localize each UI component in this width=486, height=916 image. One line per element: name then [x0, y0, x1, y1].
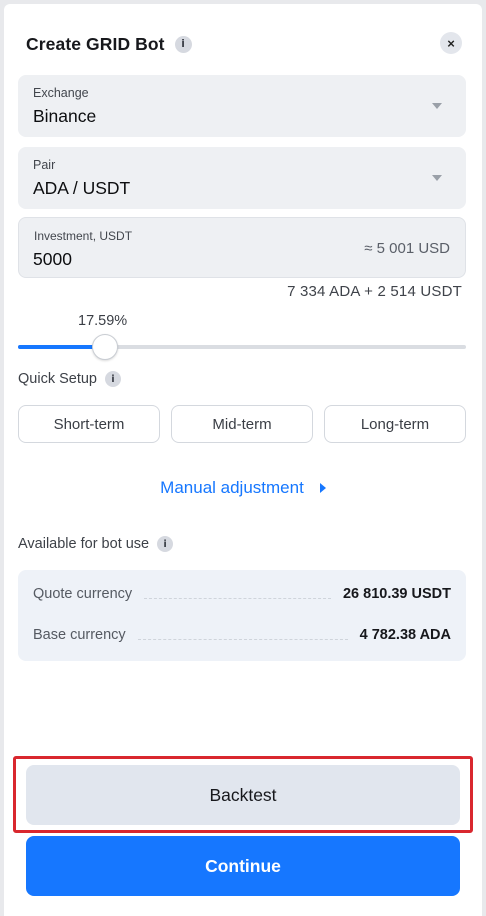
investment-input[interactable]: [33, 247, 283, 271]
investment-slider[interactable]: 17.59%: [18, 312, 466, 362]
info-icon[interactable]: i: [174, 35, 192, 53]
exchange-select[interactable]: Exchange Binance: [18, 75, 466, 137]
available-balances: Quote currency 26 810.39 USDT Base curre…: [18, 570, 466, 661]
quote-currency-value: 26 810.39 USDT: [342, 586, 451, 602]
chevron-down-icon: [432, 103, 442, 109]
manual-adjustment-label: Manual adjustment: [160, 478, 304, 497]
close-icon: ×: [447, 35, 455, 51]
info-icon[interactable]: i: [105, 371, 121, 387]
info-icon[interactable]: i: [157, 536, 174, 552]
quick-setup-label: Quick Setup: [18, 371, 97, 387]
investment-label: Investment, USDT: [34, 229, 133, 243]
mid-term-button[interactable]: Mid-term: [171, 405, 313, 443]
panel-header: Create GRID Bot i ×: [26, 32, 462, 56]
pair-select[interactable]: Pair ADA / USDT: [18, 147, 466, 209]
quote-currency-label: Quote currency: [33, 586, 133, 602]
exchange-label: Exchange: [33, 86, 89, 100]
page-title: Create GRID Bot: [26, 33, 165, 54]
dotted-leader: [137, 638, 348, 640]
available-heading: Available for bot use i: [18, 536, 174, 552]
quick-setup-options: Short-term Mid-term Long-term: [18, 405, 466, 443]
quick-setup-heading: Quick Setup i: [18, 371, 121, 387]
chevron-down-icon: [432, 175, 442, 181]
slider-percent-label: 17.59%: [78, 313, 128, 329]
short-term-button[interactable]: Short-term: [18, 405, 160, 443]
create-bot-panel: Create GRID Bot i × Exchange Binance Pai…: [4, 4, 482, 916]
close-button[interactable]: ×: [440, 32, 462, 54]
pair-value: ADA / USDT: [33, 178, 131, 198]
backtest-button[interactable]: Backtest: [26, 765, 460, 825]
quote-currency-row: Quote currency 26 810.39 USDT: [33, 583, 451, 605]
pair-label: Pair: [33, 158, 56, 172]
slider-handle[interactable]: [92, 334, 119, 360]
investment-field[interactable]: Investment, USDT ≈ 5 001 USD: [18, 217, 466, 278]
play-triangle-icon: [319, 483, 326, 493]
continue-button[interactable]: Continue: [26, 836, 460, 896]
exchange-value: Binance: [33, 106, 97, 126]
dotted-leader: [144, 597, 331, 599]
base-currency-label: Base currency: [33, 627, 126, 643]
manual-adjustment-link[interactable]: Manual adjustment: [4, 478, 482, 498]
base-currency-row: Base currency 4 782.38 ADA: [33, 624, 451, 646]
investment-approx-usd: ≈ 5 001 USD: [364, 240, 450, 257]
available-label: Available for bot use: [18, 536, 150, 552]
long-term-button[interactable]: Long-term: [324, 405, 466, 443]
base-currency-value: 4 782.38 ADA: [359, 627, 451, 643]
slider-track[interactable]: [18, 345, 466, 349]
investment-split: 7 334 ADA + 2 514 USDT: [287, 283, 462, 300]
